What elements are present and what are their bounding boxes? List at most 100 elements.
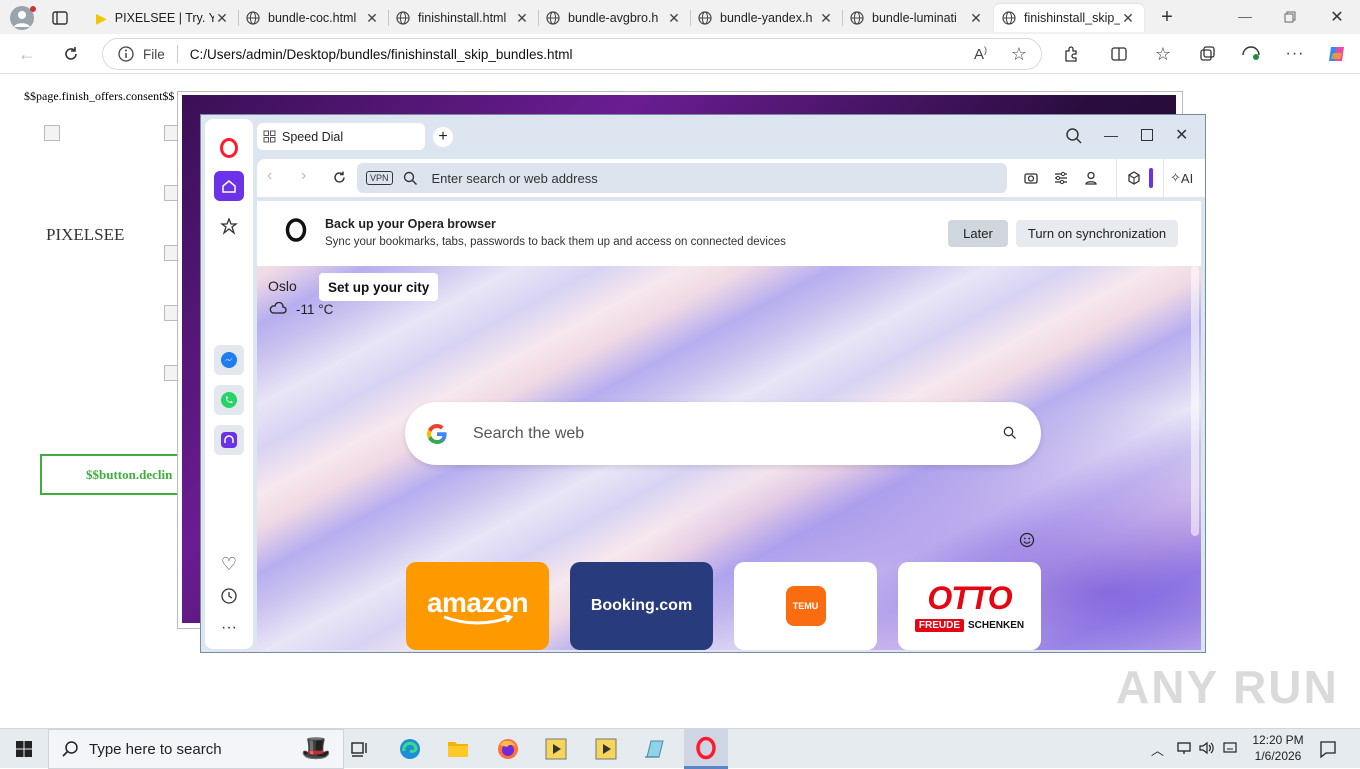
notification-center-icon[interactable] <box>1318 739 1338 759</box>
opera-reload-icon[interactable] <box>332 170 347 185</box>
globe-icon <box>546 11 560 25</box>
opera-minimize-button[interactable]: — <box>1104 127 1118 143</box>
globe-icon <box>396 11 410 25</box>
extensions-icon[interactable] <box>1060 43 1082 65</box>
opera-extensions-cube-icon[interactable] <box>1126 170 1142 186</box>
cloud-weather-icon <box>269 302 287 316</box>
pinboard-icon[interactable] <box>214 211 244 241</box>
tab-finishinstall-skip[interactable]: finishinstall_skip_ ✕ <box>994 4 1144 32</box>
setup-city-tooltip[interactable]: Set up your city <box>319 273 439 301</box>
opera-close-button[interactable]: ✕ <box>1175 125 1188 145</box>
scheme-label: File <box>143 46 165 62</box>
show-hidden-icons-chevron-icon[interactable]: ︿ <box>1151 740 1164 759</box>
sync-banner: Back up your Opera browser Sync your boo… <box>257 201 1201 266</box>
opera-new-tab-button[interactable]: + <box>433 127 453 147</box>
weather-city[interactable]: Oslo <box>268 278 297 294</box>
speed-dial-temu[interactable]: TEMU <box>734 562 877 650</box>
volume-icon[interactable] <box>1198 740 1216 756</box>
address-bar[interactable]: File C:/Users/admin/Desktop/bundles/fini… <box>102 38 1042 70</box>
speed-dial-booking[interactable]: Booking.com <box>570 562 713 650</box>
speed-dial-amazon[interactable]: amazon <box>406 562 549 650</box>
back-arrow-icon[interactable]: ← <box>16 43 38 65</box>
profile-notification-dot <box>30 6 36 12</box>
vpn-badge[interactable]: VPN <box>366 171 393 185</box>
taskbar-search-box[interactable]: Type here to search 🎩 <box>48 729 344 769</box>
windows-start-icon[interactable] <box>10 735 38 763</box>
read-aloud-icon[interactable]: A) <box>974 45 987 63</box>
aria-ai-button[interactable]: ✧ AI <box>1163 159 1205 197</box>
google-logo-icon <box>425 422 449 446</box>
sparkle-icon: ✧ <box>1170 170 1181 185</box>
copilot-icon[interactable] <box>1326 43 1348 65</box>
tab-bundle-coc[interactable]: bundle-coc.html ✕ <box>238 4 388 32</box>
refresh-icon[interactable] <box>60 43 82 65</box>
close-tab-icon[interactable]: ✕ <box>514 10 530 27</box>
globe-icon <box>850 11 864 25</box>
tab-bundle-yandex[interactable]: bundle-yandex.h ✕ <box>690 4 842 32</box>
network-status-icon[interactable] <box>1176 740 1192 756</box>
media-player-2-icon[interactable] <box>592 735 620 763</box>
opera-address-field[interactable]: VPN Enter search or web address <box>357 163 1007 193</box>
restore-button[interactable] <box>1282 9 1298 25</box>
speed-dial-otto[interactable]: OTTO FREUDE SCHENKEN <box>898 562 1041 650</box>
web-search-box[interactable]: Search the web <box>405 402 1041 465</box>
music-player-icon[interactable] <box>214 425 244 455</box>
tab-pixelsee[interactable]: ▶ PIXELSEE | Try. Yo ✕ <box>88 4 238 32</box>
task-view-icon[interactable] <box>346 735 374 763</box>
keyboard-input-icon[interactable] <box>1222 740 1240 756</box>
close-tab-icon[interactable]: ✕ <box>1120 10 1136 27</box>
close-tab-icon[interactable]: ✕ <box>666 10 682 27</box>
whatsapp-icon[interactable] <box>214 385 244 415</box>
opera-back-icon[interactable]: ‹ <box>267 167 272 185</box>
close-tab-icon[interactable]: ✕ <box>364 10 380 27</box>
info-icon[interactable] <box>117 45 135 63</box>
tab-bundle-avgbro[interactable]: bundle-avgbro.h ✕ <box>538 4 690 32</box>
more-options-icon[interactable]: ··· <box>1284 43 1306 65</box>
notepad-app-icon[interactable] <box>640 735 668 763</box>
later-button[interactable]: Later <box>948 220 1008 247</box>
collections-icon[interactable] <box>1196 43 1218 65</box>
easy-setup-icon[interactable] <box>1053 170 1069 186</box>
favorite-star-icon[interactable]: ☆ <box>1011 44 1027 65</box>
opera-tab-speed-dial[interactable]: Speed Dial <box>257 123 425 150</box>
favorites-icon[interactable]: ☆ <box>1152 43 1174 65</box>
close-window-button[interactable]: ✕ <box>1328 7 1346 26</box>
system-clock[interactable]: 12:20 PM 1/6/2026 <box>1246 732 1310 764</box>
opera-taskbar-button[interactable] <box>684 729 728 769</box>
edge-taskbar-icon[interactable] <box>396 735 424 763</box>
heart-icon[interactable]: ♡ <box>214 549 244 579</box>
speed-dial-page: Oslo Set up your city -11 °C Search the … <box>257 266 1201 650</box>
turn-on-sync-button[interactable]: Turn on synchronization <box>1016 220 1178 247</box>
tab-bundle-luminati[interactable]: bundle-luminati ✕ <box>842 4 992 32</box>
scrollbar[interactable] <box>1191 266 1199 536</box>
split-screen-icon[interactable] <box>1108 43 1130 65</box>
new-tab-button[interactable]: + <box>1156 6 1178 28</box>
minimize-button[interactable]: — <box>1236 8 1254 26</box>
more-icon[interactable]: ··· <box>214 613 244 643</box>
close-tab-icon[interactable]: ✕ <box>214 10 230 27</box>
file-explorer-icon[interactable] <box>444 735 472 763</box>
opera-search-tabs-icon[interactable] <box>1065 127 1083 145</box>
firefox-icon[interactable] <box>494 735 522 763</box>
globe-icon <box>246 11 260 25</box>
close-tab-icon[interactable]: ✕ <box>968 10 984 27</box>
tab-finishinstall[interactable]: finishinstall.html ✕ <box>388 4 538 32</box>
tab-actions-icon[interactable] <box>50 8 70 28</box>
decline-button[interactable]: $$button.declin <box>40 454 190 495</box>
weather-temperature: -11 °C <box>296 302 334 317</box>
emoji-smile-icon[interactable] <box>1019 532 1035 548</box>
snapshot-camera-icon[interactable] <box>1023 170 1039 186</box>
close-tab-icon[interactable]: ✕ <box>818 10 834 27</box>
opera-logo-icon[interactable] <box>214 133 244 163</box>
web-search-magnifier-icon[interactable] <box>1003 426 1017 440</box>
media-player-icon[interactable] <box>542 735 570 763</box>
opera-forward-icon[interactable]: › <box>301 167 306 185</box>
opera-address-toolbar: ‹ › VPN Enter search or web address ✧ AI <box>257 159 1205 197</box>
history-clock-icon[interactable] <box>214 581 244 611</box>
messenger-icon[interactable] <box>214 345 244 375</box>
search-highlight-icon: 🎩 <box>301 735 331 762</box>
opera-maximize-button[interactable] <box>1141 129 1153 141</box>
home-icon[interactable] <box>214 171 244 201</box>
profile-icon[interactable] <box>1083 170 1099 186</box>
performance-icon[interactable] <box>1240 43 1262 65</box>
